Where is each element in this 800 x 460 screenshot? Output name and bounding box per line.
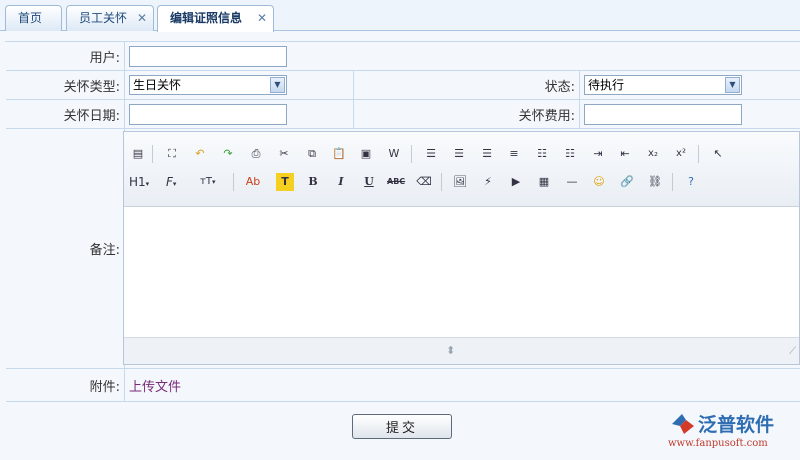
image-icon[interactable]: 🖼 bbox=[451, 173, 469, 191]
font-family-label: F bbox=[166, 175, 173, 189]
attachment-label: 附件: bbox=[6, 369, 125, 401]
subscript-button[interactable]: x₂ bbox=[644, 145, 662, 163]
remark-label: 备注: bbox=[6, 129, 125, 368]
paste-icon[interactable]: 📋 bbox=[330, 145, 348, 163]
align-right-icon[interactable]: ☰ bbox=[478, 145, 496, 163]
redo-icon[interactable]: ↷ bbox=[219, 145, 237, 163]
care-type-label: 关怀类型: bbox=[6, 71, 125, 99]
care-date-input[interactable] bbox=[129, 103, 287, 125]
paste-word-icon[interactable]: W bbox=[385, 145, 403, 163]
text-color-button[interactable]: Ab bbox=[242, 173, 264, 191]
font-size-label: тT bbox=[200, 176, 212, 187]
flash-icon[interactable]: ⚡ bbox=[479, 173, 497, 191]
user-input[interactable] bbox=[129, 45, 287, 67]
form-row-date-cost: 关怀日期: 关怀费用: bbox=[6, 100, 800, 129]
toolbar-divider bbox=[441, 173, 442, 191]
care-form: 用户: 关怀类型: 生日关怀 ▼ 状态: 待执行 ▼ 关怀日期: 关怀费用: 备… bbox=[5, 41, 800, 402]
media-icon[interactable]: ▶ bbox=[507, 173, 525, 191]
print-icon[interactable]: ⎙ bbox=[247, 145, 265, 163]
submit-button[interactable]: 提交 bbox=[352, 414, 452, 439]
form-row-type-status: 关怀类型: 生日关怀 ▼ 状态: 待执行 ▼ bbox=[6, 71, 800, 100]
care-type-value: 生日关怀 bbox=[133, 78, 182, 92]
status-label: 状态: bbox=[353, 71, 580, 99]
close-icon[interactable]: ✕ bbox=[137, 6, 147, 30]
brand-emblem-icon bbox=[672, 414, 694, 434]
help-icon[interactable]: ? bbox=[682, 173, 700, 191]
close-icon[interactable]: ✕ bbox=[257, 6, 267, 30]
upload-file-link[interactable]: 上传文件 bbox=[129, 376, 181, 395]
toolbar-divider bbox=[672, 173, 673, 191]
unlink-icon[interactable]: ⛓ bbox=[646, 173, 664, 191]
resize-handle-icon[interactable]: ⬍ bbox=[446, 344, 455, 357]
care-cost-input[interactable] bbox=[584, 103, 742, 125]
tab-edit-certificate-label: 编辑证照信息 bbox=[170, 11, 243, 25]
eraser-icon[interactable]: ⌫ bbox=[415, 173, 433, 191]
align-left-icon[interactable]: ☰ bbox=[422, 145, 440, 163]
form-row-user: 用户: bbox=[6, 42, 800, 71]
indent-icon[interactable]: ⇥ bbox=[589, 145, 607, 163]
form-row-attachment: 附件: 上传文件 bbox=[6, 369, 800, 402]
chevron-down-icon: ▾ bbox=[211, 178, 216, 186]
care-type-select[interactable]: 生日关怀 ▼ bbox=[129, 75, 287, 95]
table-icon[interactable]: ▦ bbox=[535, 173, 553, 191]
editor-content-area[interactable] bbox=[124, 208, 799, 338]
ordered-list-icon[interactable]: ☷ bbox=[533, 145, 551, 163]
superscript-button[interactable]: x² bbox=[672, 145, 690, 163]
source-icon[interactable]: ▤ bbox=[129, 145, 147, 163]
editor-toolbar: ▤ ⛶ ↶ ↷ ⎙ ✂ ⧉ 📋 ▣ W ☰ ☰ ☰ ≡ ☷ ☷ ⇥ ⇤ x₂ x… bbox=[124, 132, 799, 207]
care-cost-label: 关怀费用: bbox=[353, 100, 580, 128]
brand-name: 泛普软件 bbox=[698, 414, 775, 436]
fullscreen-icon[interactable]: ⛶ bbox=[163, 145, 181, 163]
tab-bar: 首页 员工关怀 ✕ 编辑证照信息 ✕ bbox=[0, 0, 800, 32]
chevron-down-icon: ▾ bbox=[145, 180, 150, 188]
font-family-dropdown[interactable]: F▾ bbox=[166, 173, 192, 191]
toolbar-divider bbox=[698, 145, 699, 163]
strikethrough-button[interactable]: ABC bbox=[387, 173, 405, 191]
select-cursor-icon[interactable]: ↖ bbox=[709, 145, 727, 163]
bold-button[interactable]: B bbox=[304, 173, 322, 191]
background-color-button[interactable]: T bbox=[276, 173, 294, 191]
undo-icon[interactable]: ↶ bbox=[191, 145, 209, 163]
brand-logo: 泛普软件 www.fanpusoft.com bbox=[668, 410, 798, 454]
underline-button[interactable]: U bbox=[360, 173, 378, 191]
chevron-down-icon[interactable]: ▼ bbox=[725, 77, 740, 93]
toolbar-divider bbox=[233, 173, 234, 191]
status-select[interactable]: 待执行 ▼ bbox=[584, 75, 742, 95]
copy-icon[interactable]: ⧉ bbox=[303, 145, 321, 163]
user-label: 用户: bbox=[6, 42, 125, 70]
cut-icon[interactable]: ✂ bbox=[275, 145, 293, 163]
emoticon-icon[interactable]: ☺ bbox=[590, 173, 608, 191]
tab-employee-care[interactable]: 员工关怀 ✕ bbox=[66, 5, 154, 31]
outdent-icon[interactable]: ⇤ bbox=[616, 145, 634, 163]
italic-button[interactable]: I bbox=[332, 173, 350, 191]
editor-statusbar: ⬍ ⟋ bbox=[124, 337, 799, 364]
tab-edit-certificate[interactable]: 编辑证照信息 ✕ bbox=[157, 5, 274, 32]
tab-home[interactable]: 首页 bbox=[5, 5, 62, 31]
horizontal-rule-icon[interactable]: — bbox=[563, 173, 581, 191]
status-value: 待执行 bbox=[588, 78, 625, 92]
toolbar-divider bbox=[152, 145, 153, 163]
corner-grip-icon[interactable]: ⟋ bbox=[789, 346, 796, 357]
unordered-list-icon[interactable]: ☷ bbox=[561, 145, 579, 163]
heading-dropdown[interactable]: H1▾ bbox=[129, 173, 155, 191]
tab-employee-care-label: 员工关怀 bbox=[79, 11, 128, 25]
remark-editor: ▤ ⛶ ↶ ↷ ⎙ ✂ ⧉ 📋 ▣ W ☰ ☰ ☰ ≡ ☷ ☷ ⇥ ⇤ x₂ x… bbox=[123, 131, 800, 365]
toolbar-divider bbox=[411, 145, 412, 163]
chevron-down-icon: ▾ bbox=[172, 180, 177, 188]
heading-label: H1 bbox=[129, 175, 146, 189]
chevron-down-icon[interactable]: ▼ bbox=[270, 77, 285, 93]
tab-home-label: 首页 bbox=[18, 11, 43, 25]
care-date-label: 关怀日期: bbox=[6, 100, 125, 128]
link-icon[interactable]: 🔗 bbox=[618, 173, 636, 191]
font-size-dropdown[interactable]: тT▾ bbox=[200, 173, 226, 191]
brand-url: www.fanpusoft.com bbox=[668, 438, 768, 449]
align-center-icon[interactable]: ☰ bbox=[450, 145, 468, 163]
paste-text-icon[interactable]: ▣ bbox=[357, 145, 375, 163]
justify-icon[interactable]: ≡ bbox=[505, 145, 523, 163]
